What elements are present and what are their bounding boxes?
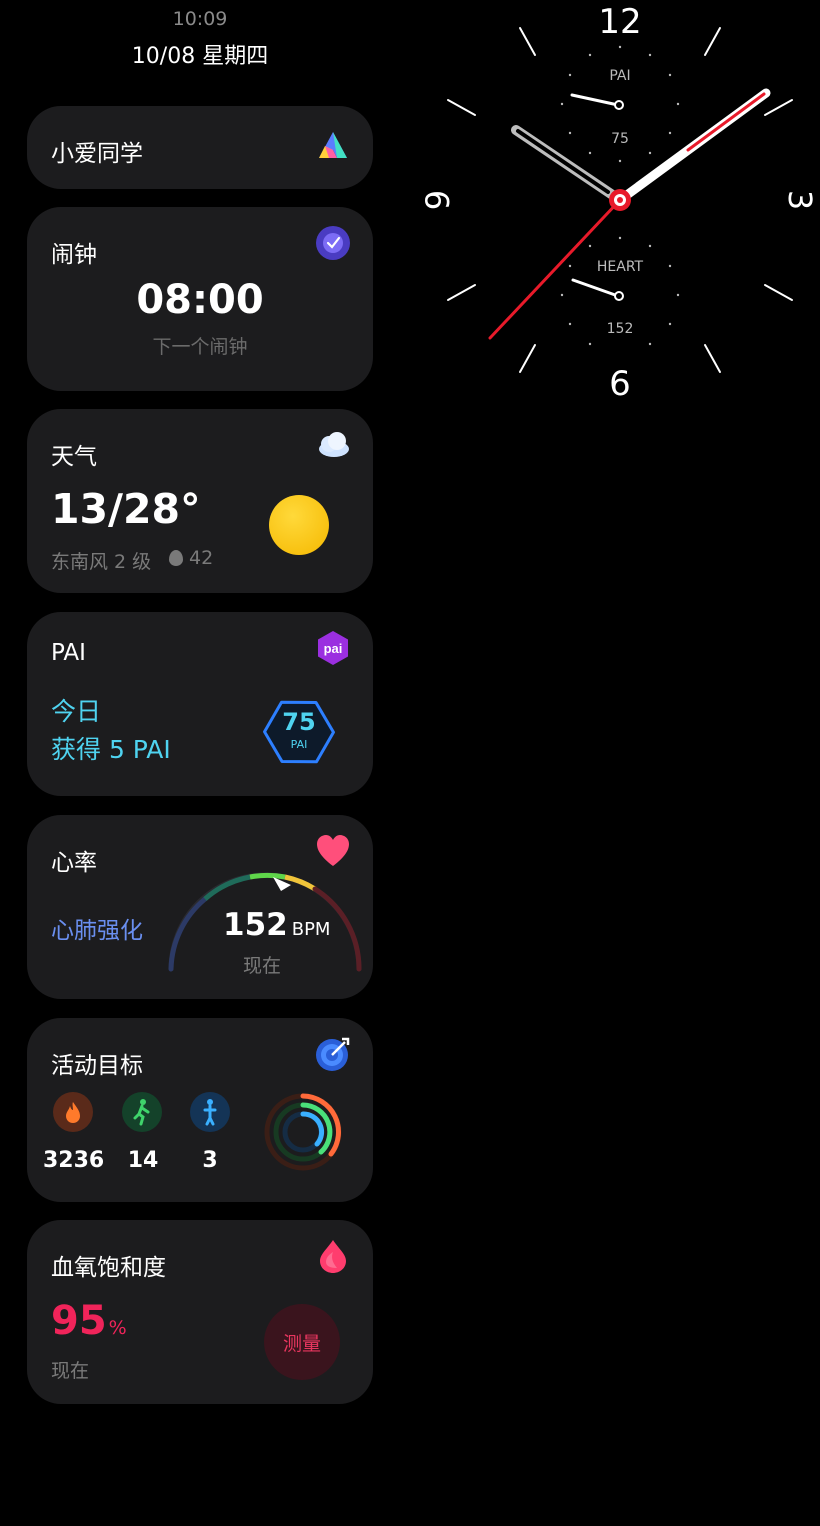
hour-hand [511,125,625,205]
numeral-6: 6 [609,364,631,400]
bpm-unit: BPM [291,919,331,940]
subdial-value: 152 [607,321,634,337]
activity-goal-card[interactable]: 活动目标 3236 14 3 [27,1018,373,1202]
stand-value: 3 [202,1148,218,1173]
card-title: 心率 [51,850,97,876]
stand-item [188,1092,232,1132]
numeral-12: 12 [598,2,641,42]
alarm-card[interactable]: 闹钟 08:00 下一个闹钟 [27,207,373,391]
subdial-label: HEART [597,259,644,275]
leaf-icon [169,550,183,566]
sun-icon [269,495,329,555]
analog-watch-face: 12 6 3 9 PAI 75 HEART 152 [420,2,819,400]
pai-today-label: 今日 [51,697,102,726]
steps-item [120,1092,164,1132]
card-title: 闹钟 [51,242,97,268]
pai-icon: pai [318,631,348,665]
card-title: 天气 [51,444,97,470]
card-title: 活动目标 [51,1053,143,1079]
measure-button[interactable]: 测量 [264,1304,340,1380]
weather-aqi: 42 [169,547,213,569]
pai-earned-label: 获得 5 PAI [51,735,171,764]
spo2-unit: % [108,1317,127,1339]
weather-wind: 东南风 2 级 [51,551,152,573]
svg-text:pai: pai [324,641,343,656]
xiaoai-card[interactable]: 小爱同学 [27,106,373,189]
numeral-3: 3 [781,190,819,210]
pai-subdial: PAI 75 [560,45,680,163]
heart-rate-now: 现在 [243,955,282,977]
card-title: 小爱同学 [51,141,143,167]
heart-subdial: HEART 152 [560,236,680,346]
pai-unit: PAI [290,738,308,751]
spo2-number: 95 [51,1298,107,1344]
weather-card[interactable]: 天气 13/28° 东南风 2 级 42 [27,409,373,593]
walking-icon [122,1092,162,1132]
heart-zone: 心肺强化 [51,918,143,944]
weather-temperature: 13/28° [51,485,201,533]
spo2-card[interactable]: 血氧饱和度 95% 现在 测量 [27,1220,373,1404]
heart-rate-card[interactable]: 心率 心肺强化 152 BPM 现在 [27,815,373,999]
pai-value: 75 [282,708,316,736]
activity-rings [264,1093,342,1171]
spo2-value: 95% [51,1298,127,1344]
steps-value: 14 [127,1148,159,1173]
heart-rate-value: 152 BPM [223,907,330,943]
card-title: PAI [51,640,86,666]
subdial-value: 75 [611,131,629,147]
alarm-time: 08:00 [136,277,264,323]
pai-card[interactable]: PAI pai 今日 获得 5 PAI 75 PAI [27,612,373,796]
blood-drop-icon [320,1240,346,1273]
alarm-subtitle: 下一个闹钟 [152,336,248,358]
xiaoai-logo-icon [319,132,347,158]
minute-hand [615,88,771,205]
bpm-number: 152 [223,907,288,943]
numeral-9: 9 [420,190,457,210]
standing-icon [190,1092,230,1132]
calories-item [51,1092,95,1132]
pai-badge: 75 PAI [261,694,337,770]
status-date: 10/08 星期四 [131,44,269,69]
subdial-label: PAI [609,68,630,84]
target-icon [316,1037,350,1071]
spo2-now: 现在 [51,1360,90,1382]
status-time: 10:09 [172,8,228,30]
alarm-clock-icon [316,226,350,260]
heart-icon [317,835,349,866]
card-title: 血氧饱和度 [51,1255,166,1281]
cloud-icon [319,432,349,457]
flame-icon [53,1092,93,1132]
calories-value: 3236 [43,1148,105,1173]
aqi-value: 42 [189,547,214,569]
